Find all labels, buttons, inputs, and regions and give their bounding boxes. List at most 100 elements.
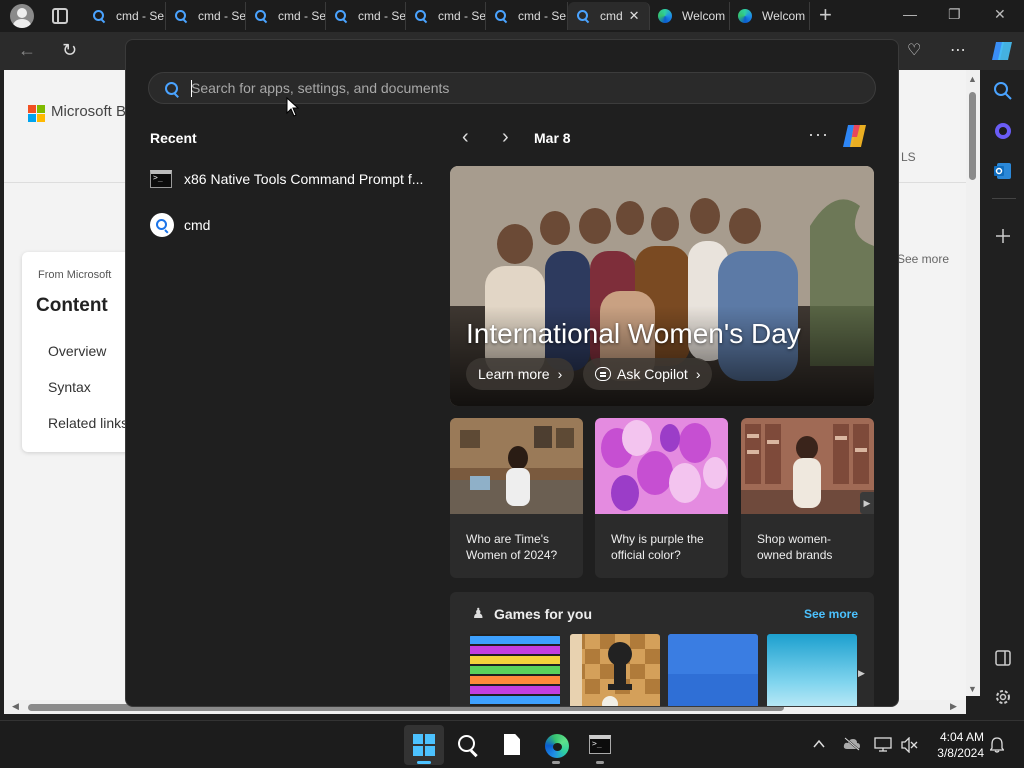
search-icon [254,9,268,23]
microsoft-logo [28,105,45,122]
news-image [595,418,728,514]
terminal-icon [589,735,611,754]
profile-avatar[interactable] [10,4,34,28]
browser-tab[interactable]: cmd - Se [326,2,406,30]
new-tab-button[interactable]: + [819,4,832,26]
browser-essentials-icon[interactable]: ♡ [907,40,921,60]
game-pieces-icon: ♟ [472,605,485,621]
hero-card-womens-day[interactable]: International Women's Day Learn more › As… [450,166,874,406]
recent-item-native-tools[interactable]: x86 Native Tools Command Prompt f... [150,160,440,198]
content-eyebrow: From Microsoft [38,269,112,281]
recent-item-label: x86 Native Tools Command Prompt f... [184,171,424,187]
next-day-button[interactable]: › [502,126,509,148]
close-window-button[interactable]: ✕ [994,6,1006,23]
scroll-left-arrow[interactable]: ◀ [12,701,19,712]
overview-link[interactable]: Overview [48,343,106,359]
volume-muted-icon[interactable] [900,737,918,753]
scroll-right-arrow[interactable]: ▶ [950,701,957,712]
network-icon[interactable] [874,737,892,753]
copilot-sidebar-icon[interactable] [990,40,1014,62]
taskbar-edge-button[interactable] [536,725,576,765]
running-indicator [552,761,560,764]
news-card[interactable]: Shop women-owned brands [741,418,874,578]
more-options-icon[interactable]: ⋯ [950,40,966,60]
news-card[interactable]: Why is purple the official color? [595,418,728,578]
sidebar-divider [992,198,1016,199]
news-headline: Why is purple the official color? [611,532,704,562]
browser-tab[interactable]: cmd - Se [166,2,246,30]
syntax-link[interactable]: Syntax [48,379,91,395]
more-options-button[interactable]: ··· [808,124,829,145]
browser-tab[interactable]: cmd - Se [246,2,326,30]
search-icon [576,9,590,23]
vertical-tabs-icon[interactable] [52,8,68,24]
learn-more-button[interactable]: Learn more › [466,358,575,390]
refresh-button[interactable]: ↻ [62,40,77,60]
minimize-button[interactable]: — [903,6,917,22]
game-tile-sky[interactable] [767,634,857,707]
search-icon [150,213,174,237]
recent-item-label: cmd [184,217,211,233]
news-image [450,418,583,514]
scroll-down-arrow[interactable]: ▼ [968,684,977,694]
close-tab-icon[interactable]: ✕ [629,8,640,24]
see-more-link-partial[interactable]: See more [897,252,949,266]
scrollbar-thumb[interactable] [969,92,976,180]
mouse-pointer-icon [286,97,300,117]
related-links-link[interactable]: Related links [48,415,128,431]
start-button[interactable] [404,725,444,765]
copilot-logo-icon[interactable] [840,123,870,149]
taskbar-search-button[interactable] [448,725,488,765]
news-card[interactable]: Who are Time's Women of 2024? [450,418,583,578]
page-vertical-scrollbar[interactable]: ▲ ▼ [966,70,980,696]
search-icon [457,734,479,756]
scroll-up-arrow[interactable]: ▲ [968,74,977,84]
ask-copilot-label: Ask Copilot [617,366,688,382]
browser-tab[interactable]: Welcom [650,2,730,30]
maximize-button[interactable]: ❐ [948,6,961,23]
ask-copilot-button[interactable]: Ask Copilot › [583,358,713,390]
search-icon [494,9,508,23]
search-icon [164,81,180,97]
taskbar-file-button[interactable] [492,725,532,765]
games-see-more-link[interactable]: See more [804,607,858,621]
search-box[interactable] [148,72,876,104]
recent-item-cmd[interactable]: cmd [150,206,440,244]
game-tile-blue[interactable] [668,634,758,707]
game-tile-stripes[interactable] [470,634,560,707]
learn-more-label: Learn more [478,366,550,382]
outlook-icon[interactable] [992,160,1014,182]
cloud-offline-icon[interactable] [843,737,861,751]
search-icon [414,9,428,23]
search-icon [334,9,348,23]
news-headline: Shop women-owned brands [757,532,833,562]
games-next-arrow[interactable]: ▶ [858,668,865,679]
previous-day-button[interactable]: ‹ [462,126,469,148]
settings-gear-icon[interactable] [992,686,1014,708]
browser-tab-active[interactable]: cmd ✕ [568,2,650,30]
windows-search-flyout: Recent x86 Native Tools Command Prompt f… [125,39,899,707]
content-title: Content [36,295,108,316]
notification-bell-icon[interactable] [990,737,1004,753]
news-headline: Who are Time's Women of 2024? [466,532,558,562]
browser-tab-bar: cmd - Se cmd - Se cmd - Se cmd - Se cmd … [0,0,1024,32]
show-hidden-icons-chevron-up-icon[interactable] [812,737,826,751]
running-indicator [596,761,604,764]
back-button[interactable]: ← [18,40,36,60]
browser-tab[interactable]: cmd - Se [406,2,486,30]
split-screen-icon[interactable] [992,647,1014,669]
browser-tab[interactable]: Welcom [730,2,810,30]
taskbar-terminal-button[interactable] [580,725,620,765]
browser-tab[interactable]: cmd - Se [486,2,568,30]
news-image [741,418,874,514]
system-clock[interactable]: 4:04 AM 3/8/2024 [928,729,984,761]
browser-tab[interactable]: cmd - Se [84,2,166,30]
search-icon [92,9,106,23]
game-tile-chess[interactable] [570,634,660,707]
add-icon[interactable] [992,225,1014,247]
news-next-arrow[interactable]: ▶ [860,492,874,514]
text-caret [191,80,192,97]
brand-name[interactable]: Microsoft B [51,103,126,120]
search-icon[interactable] [992,80,1014,102]
copilot-icon[interactable] [992,120,1014,142]
